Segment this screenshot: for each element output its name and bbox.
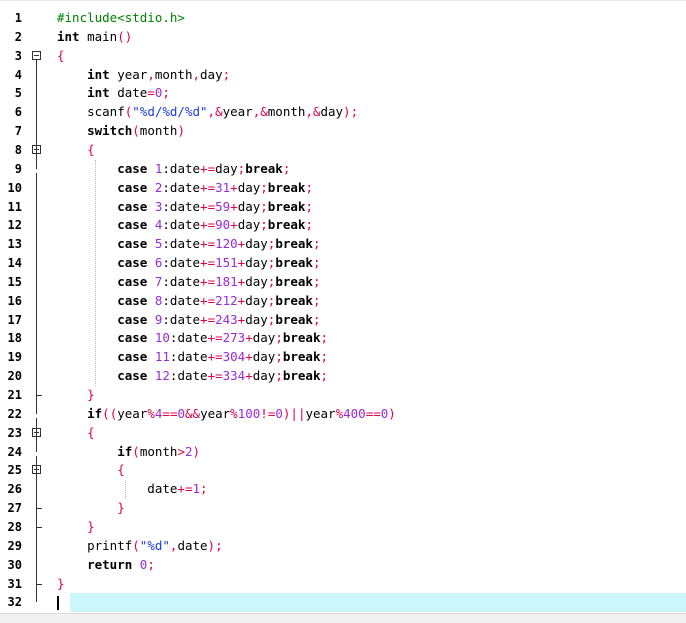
code-text[interactable]: case 11:date+=304+day;break; xyxy=(57,348,328,367)
code-text[interactable]: return 0; xyxy=(57,556,155,575)
line-number: 9 xyxy=(14,161,22,176)
code-line-9[interactable]: 9 case 1:date+=day;break; xyxy=(0,160,686,179)
line-number: 3 xyxy=(14,48,22,63)
code-line-1[interactable]: 1 #include<stdio.h> xyxy=(0,9,686,28)
line-number: 14 xyxy=(7,256,22,271)
code-line-8[interactable]: 8 { xyxy=(0,141,686,160)
code-line-23[interactable]: 23 { xyxy=(0,424,686,443)
code-text[interactable]: int date=0; xyxy=(57,84,170,103)
code-line-2[interactable]: 2 int main() xyxy=(0,28,686,47)
code-text[interactable]: } xyxy=(57,386,95,405)
code-line-4[interactable]: 4 int year,month,day; xyxy=(0,66,686,85)
line-number: 20 xyxy=(7,369,22,384)
code-line-20[interactable]: 20 case 12:date+=334+day;break; xyxy=(0,367,686,386)
code-text[interactable]: if(month>2) xyxy=(57,443,200,462)
code-text[interactable]: case 8:date+=212+day;break; xyxy=(57,292,320,311)
code-text[interactable]: } xyxy=(57,575,65,594)
code-line-21[interactable]: 21 } xyxy=(0,386,686,405)
code-line-28[interactable]: 28 } xyxy=(0,518,686,537)
code-line-12[interactable]: 12 case 4:date+=90+day;break; xyxy=(0,216,686,235)
line-number: 16 xyxy=(7,293,22,308)
code-line-7[interactable]: 7 switch(month) xyxy=(0,122,686,141)
code-line-11[interactable]: 11 case 3:date+=59+day;break; xyxy=(0,198,686,217)
code-text[interactable]: printf("%d",date); xyxy=(57,537,223,556)
code-line-22[interactable]: 22 if((year%4==0&&year%100!=0)||year%400… xyxy=(0,405,686,424)
code-line-30[interactable]: 30 return 0; xyxy=(0,556,686,575)
line-number: 27 xyxy=(7,501,22,516)
line-number: 12 xyxy=(7,218,22,233)
code-text[interactable]: { xyxy=(57,424,95,443)
code-text[interactable]: } xyxy=(57,499,125,518)
code-text[interactable]: case 1:date+=day;break; xyxy=(57,160,290,179)
code-line-16[interactable]: 16 case 8:date+=212+day;break; xyxy=(0,292,686,311)
line-number: 29 xyxy=(7,538,22,553)
line-number: 13 xyxy=(7,237,22,252)
line-number: 22 xyxy=(7,406,22,421)
code-text[interactable]: int main() xyxy=(57,28,132,47)
code-line-27[interactable]: 27 } xyxy=(0,499,686,518)
line-number: 4 xyxy=(14,67,22,82)
indent-guide xyxy=(95,159,96,386)
line-number: 6 xyxy=(14,105,22,120)
code-line-5[interactable]: 5 int date=0; xyxy=(0,84,686,103)
code-text[interactable]: date+=1; xyxy=(57,480,207,499)
line-number: 23 xyxy=(7,425,22,440)
code-text[interactable]: case 10:date+=273+day;break; xyxy=(57,329,328,348)
indent-guide xyxy=(125,480,126,500)
code-line-29[interactable]: 29 printf("%d",date); xyxy=(0,537,686,556)
code-text[interactable]: } xyxy=(57,518,95,537)
line-number: 19 xyxy=(7,350,22,365)
code-editor[interactable]: 1 #include<stdio.h> 2 int main() 3{4 int yea… xyxy=(0,0,686,623)
line-number: 17 xyxy=(7,312,22,327)
line-number: 28 xyxy=(7,519,22,534)
code-line-6[interactable]: 6 scanf("%d/%d/%d",&year,&month,&day); xyxy=(0,103,686,122)
code-line-15[interactable]: 15 case 7:date+=181+day;break; xyxy=(0,273,686,292)
code-line-17[interactable]: 17 case 9:date+=243+day;break; xyxy=(0,311,686,330)
code-line-25[interactable]: 25 { xyxy=(0,461,686,480)
code-line-32[interactable]: 32 xyxy=(8,593,686,613)
line-number: 15 xyxy=(7,274,22,289)
code-text[interactable]: { xyxy=(57,47,65,66)
code-text[interactable]: case 5:date+=120+day;break; xyxy=(57,235,320,254)
horizontal-scrollbar[interactable] xyxy=(0,613,686,623)
line-number: 5 xyxy=(14,86,22,101)
line-number: 1 xyxy=(14,11,22,25)
line-number: 8 xyxy=(14,142,22,157)
line-number: 30 xyxy=(7,557,22,572)
code-text[interactable]: { xyxy=(57,461,125,480)
line-number: 31 xyxy=(7,576,22,591)
line-number: 24 xyxy=(7,444,22,459)
line-number: 10 xyxy=(7,180,22,195)
code-line-14[interactable]: 14 case 6:date+=151+day;break; xyxy=(0,254,686,273)
line-number: 7 xyxy=(14,124,22,139)
code-line-18[interactable]: 18 case 10:date+=273+day;break; xyxy=(0,329,686,348)
line-number: 18 xyxy=(7,331,22,346)
code-line-31[interactable]: 31} xyxy=(0,575,686,594)
code-line-10[interactable]: 10 case 2:date+=31+day;break; xyxy=(0,179,686,198)
code-line-24[interactable]: 24 if(month>2) xyxy=(0,443,686,462)
code-text[interactable]: scanf("%d/%d/%d",&year,&month,&day); xyxy=(57,103,358,122)
line-number: 25 xyxy=(7,463,22,478)
line-number: 2 xyxy=(14,29,22,44)
line-number: 26 xyxy=(7,482,22,497)
code-line-19[interactable]: 19 case 11:date+=304+day;break; xyxy=(0,348,686,367)
code-text[interactable]: switch(month) xyxy=(57,122,185,141)
code-text[interactable]: case 12:date+=334+day;break; xyxy=(57,367,328,386)
code-text[interactable]: if((year%4==0&&year%100!=0)||year%400==0… xyxy=(57,405,396,424)
code-text[interactable]: case 9:date+=243+day;break; xyxy=(57,311,320,330)
code-text[interactable] xyxy=(57,593,59,612)
code-text[interactable]: { xyxy=(57,141,95,160)
code-line-3[interactable]: 3{ xyxy=(0,47,686,66)
code-line-13[interactable]: 13 case 5:date+=120+day;break; xyxy=(0,235,686,254)
line-number: 21 xyxy=(7,388,22,402)
code-text[interactable]: case 7:date+=181+day;break; xyxy=(57,273,320,292)
code-line-26[interactable]: 26 date+=1; xyxy=(0,480,686,499)
line-number: 32 xyxy=(7,595,22,610)
code-text[interactable]: case 6:date+=151+day;break; xyxy=(57,254,320,273)
code-text[interactable]: int year,month,day; xyxy=(57,66,230,85)
line-number: 11 xyxy=(7,199,22,214)
text-cursor xyxy=(57,595,59,610)
code-text[interactable]: #include<stdio.h> xyxy=(57,9,185,28)
